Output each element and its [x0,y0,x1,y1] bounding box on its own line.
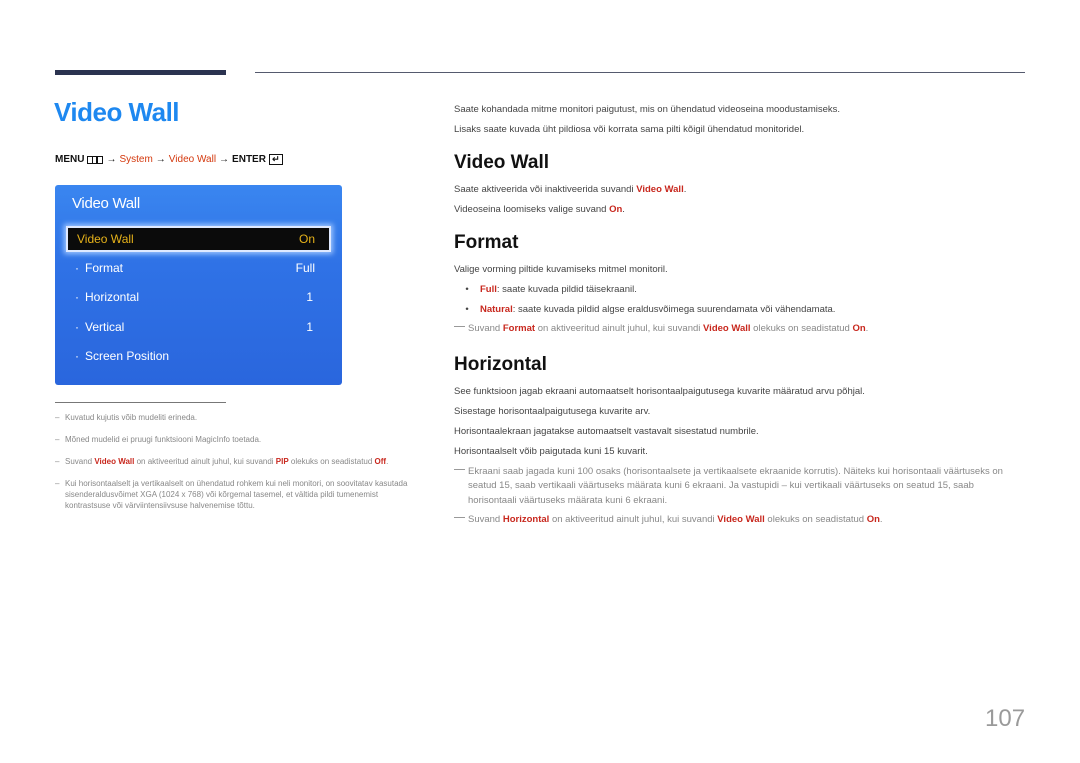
bullet-dot: · [75,290,79,304]
menu-icon [87,155,104,164]
menu-label: MENU [55,154,85,165]
section-heading-horizontal: Horizontal [454,353,547,375]
paragraph: Horisontaalselt võib paigutada kuni 15 k… [454,445,648,457]
osd-item-label: Video Wall [77,232,134,246]
paragraph: Valige vorming piltide kuvamiseks mitmel… [454,264,668,275]
page-title: Video Wall [54,97,180,127]
osd-item-label: Format [85,261,124,275]
note-item: – Kuvatud kujutis võib mudeliti erineda. [55,412,415,423]
dash-icon: – [55,479,60,488]
enter-icon: ↵ [268,154,283,165]
intro-line: Lisaks saate kuvada üht pildiosa või kor… [454,124,805,135]
bullet-icon: • [465,304,469,315]
bullet-dot: · [75,261,79,275]
menu-path-video-wall: Video Wall [168,154,217,165]
osd-item-format[interactable]: · Format Full [75,261,315,275]
bullet-dot: · [75,320,79,334]
osd-menu-panel: Video Wall Video Wall On · Format Full · H… [55,185,342,385]
bullet-item: • Full: saate kuvada pildid täisekraanil. [454,280,1034,300]
paragraph: Saate aktiveerida või inaktiveerida suva… [454,184,687,195]
osd-item-label: Vertical [85,320,125,334]
header-rule [255,72,1025,73]
paragraph: Videoseina loomiseks valige suvand On. [454,204,625,215]
note-item: – Kui horisontaalselt ja vertikaalselt o… [55,478,415,511]
note-text: Kuvatud kujutis võib mudeliti erineda. [65,413,198,422]
paragraph: Sisestage horisontaalpaigutusega kuvarit… [454,405,651,417]
osd-item-screen-position[interactable]: · Screen Position [75,349,315,363]
note-item: Ekraani saab jagada kuni 100 osaks (hori… [454,465,1024,509]
note-text: Suvand Video Wall on aktiveeritud ainult… [65,457,389,466]
enter-label: ENTER [232,154,266,165]
arrow-icon: → [155,154,166,165]
paragraph: See funktsioon jagab ekraani automaatsel… [454,385,865,397]
bullet-icon: • [465,284,469,295]
note-item: – Mõned mudelid ei pruugi funktsiooni Ma… [55,434,415,445]
section-heading-video-wall: Video Wall [454,152,550,173]
osd-item-vertical[interactable]: · Vertical 1 [75,320,315,334]
dash-icon: – [55,435,60,444]
note-item: – Suvand Video Wall on aktiveeritud ainu… [55,456,415,467]
dash-icon: – [55,413,60,422]
note-item: Suvand Horizontal on aktiveeritud ainult… [454,513,1034,528]
osd-item-value: Full [295,261,315,275]
osd-item-label: Horizontal [85,290,140,304]
note-dash-icon [454,322,468,337]
dash-icon: – [55,457,60,466]
bullet-item: • Natural: saate kuvada pildid algse eral… [454,300,1034,320]
note-dash-icon [454,465,468,509]
menu-path: MENU → System → Video Wall → ENTER ↵ [55,154,283,165]
left-notes: – Kuvatud kujutis võib mudeliti erineda.… [55,412,415,522]
main-content: Saate kohandada mitme monitori paigutust… [454,100,1034,528]
menu-path-system: System [119,154,153,165]
note-item: Suvand Format on aktiveeritud ainult juh… [454,322,1034,337]
intro-line: Saate kohandada mitme monitori paigutust… [454,104,841,115]
section-heading-format: Format [454,232,519,253]
arrow-icon: → [106,154,117,165]
osd-item-video-wall[interactable]: Video Wall On [66,226,331,252]
osd-item-value: 1 [306,320,313,334]
osd-title: Video Wall [72,195,140,212]
note-text: Mõned mudelid ei pruugi funktsiooni Magi… [65,435,262,444]
notes-divider [55,402,226,403]
note-dash-icon [454,513,468,528]
header-bar-thick [55,70,226,75]
page-number: 107 [985,705,1026,732]
bullet-dot: · [75,349,79,363]
osd-item-horizontal[interactable]: · Horizontal 1 [75,290,315,304]
osd-item-label: Screen Position [85,349,170,363]
note-text: Kui horisontaalselt ja vertikaalselt on … [65,479,408,510]
osd-item-value: On [298,232,315,246]
osd-item-value: 1 [306,290,313,304]
paragraph: Horisontaalekraan jagatakse automaatselt… [454,425,759,437]
arrow-icon: → [219,154,230,165]
